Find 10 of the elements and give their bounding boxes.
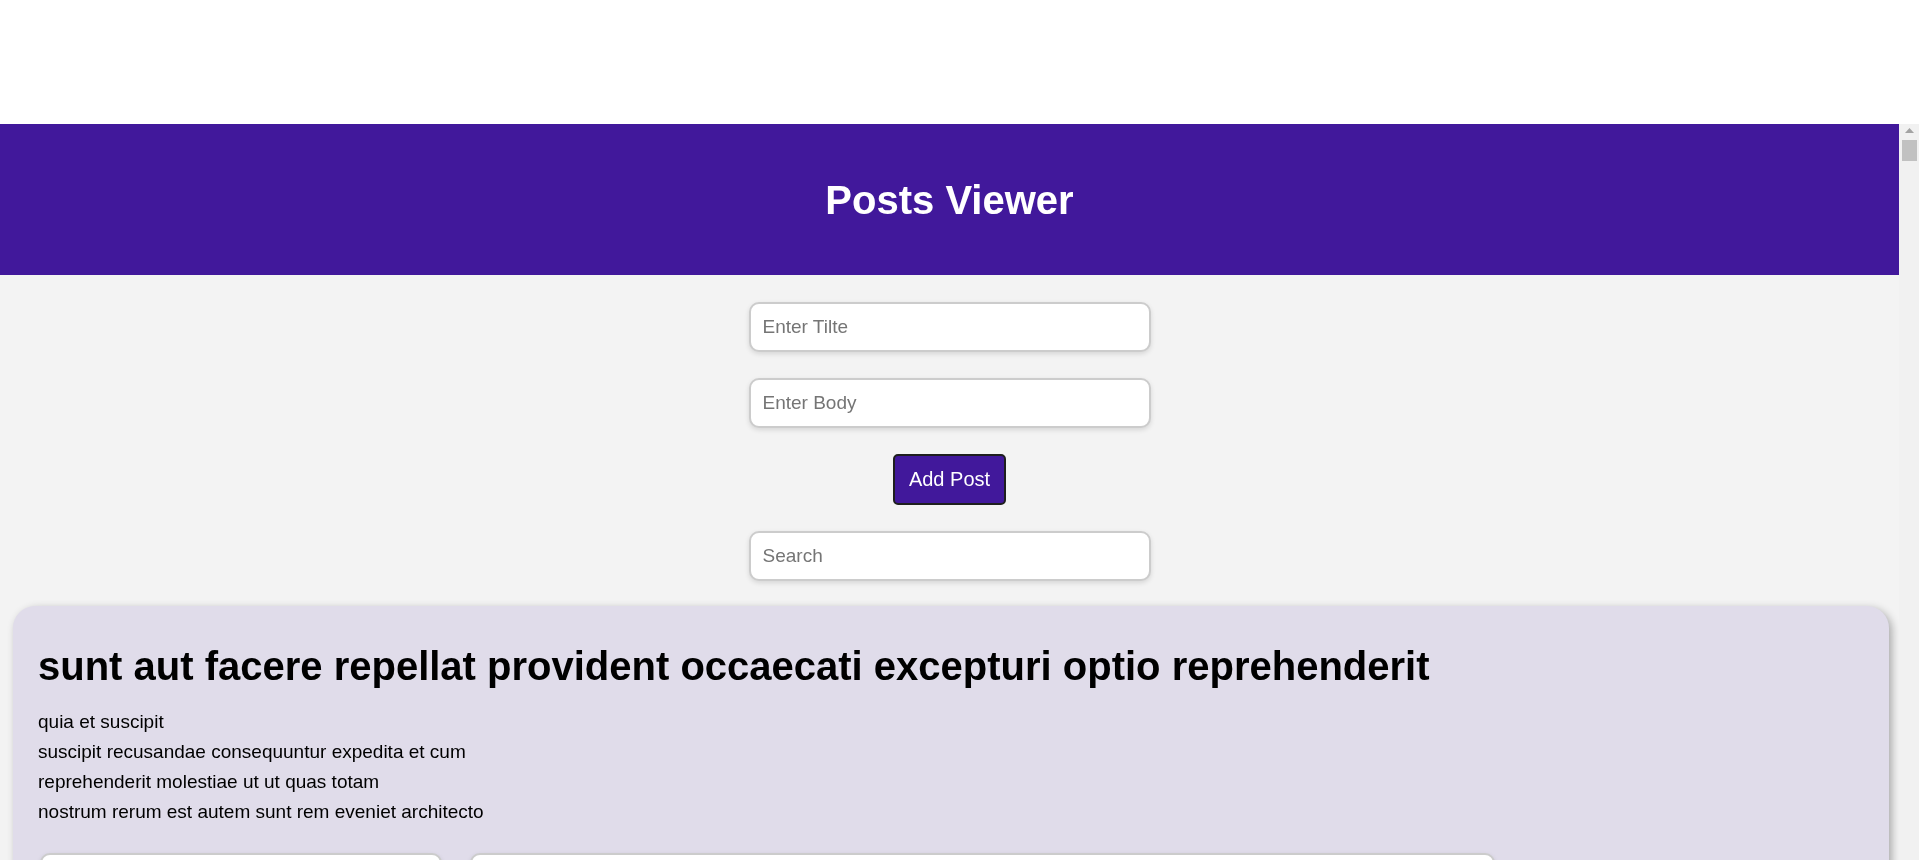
scroll-up-arrow-icon[interactable] <box>1904 128 1914 133</box>
body-input[interactable]: Enter Body <box>748 378 1151 428</box>
post-body: quia et suscipit suscipit recusandae consequuntur expedita et cum reprehenderit molestiae ut ut quas totam nostrum rerum est autem sunt rem eveniet architecto <box>38 710 485 824</box>
add-post-button[interactable]: Add Post <box>892 454 1007 505</box>
page-title: Posts Viewer <box>825 176 1074 223</box>
search-field[interactable]: Search <box>748 531 1151 581</box>
title-input[interactable]: Enter Tilte <box>748 302 1151 352</box>
scrollbar-track[interactable] <box>1899 124 1919 860</box>
scrollbar-thumb[interactable] <box>1901 140 1917 161</box>
post-title: sunt aut facere repellat provident occaecati excepturi optio reprehenderit <box>38 643 1431 689</box>
